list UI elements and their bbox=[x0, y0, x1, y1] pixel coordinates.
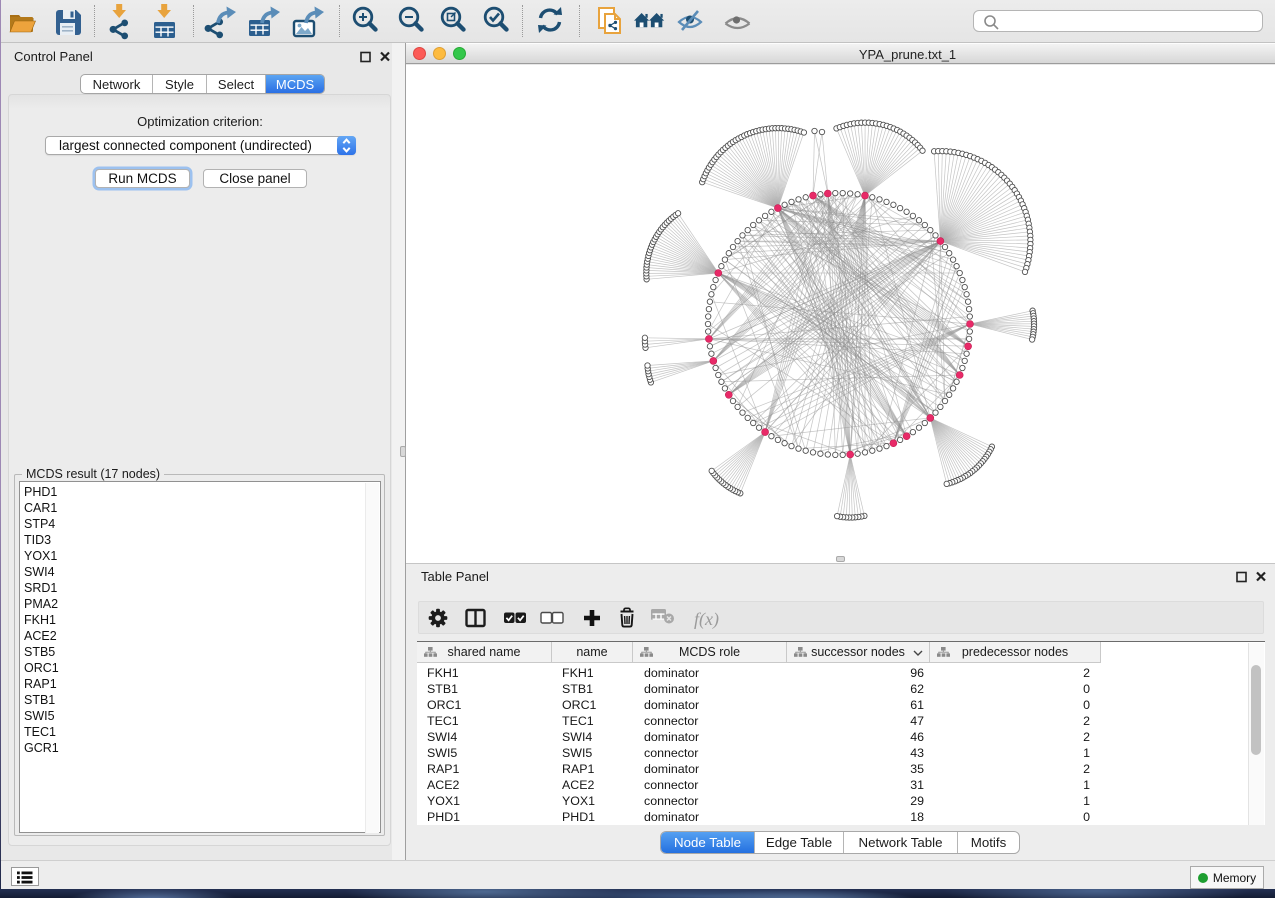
svg-text:f(x): f(x) bbox=[694, 609, 719, 630]
